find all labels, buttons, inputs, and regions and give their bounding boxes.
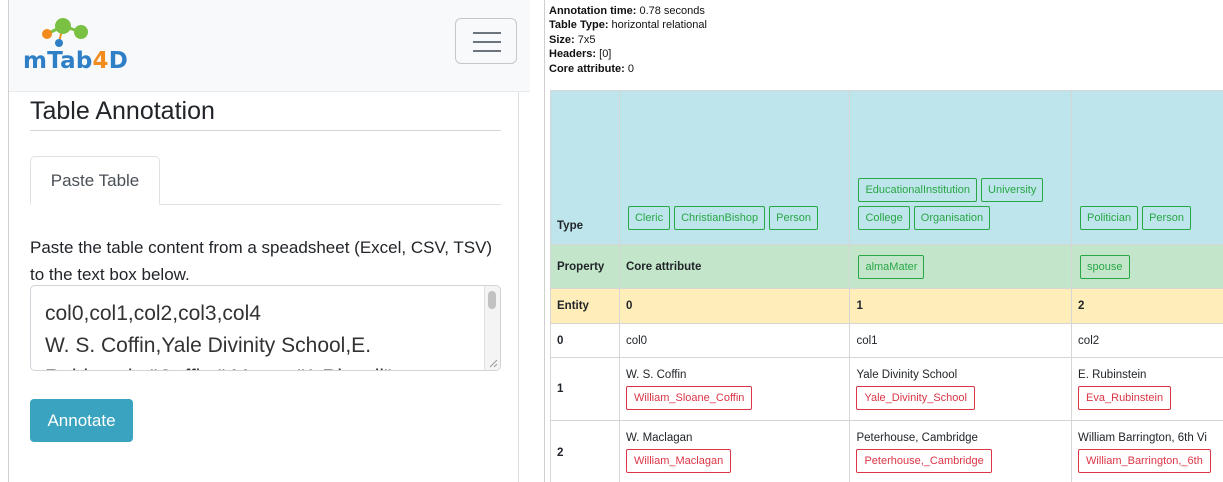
entity-link[interactable]: Peterhouse,_Cambridge	[856, 449, 992, 473]
type-tag[interactable]: College	[858, 206, 910, 230]
property-tag[interactable]: spouse	[1080, 254, 1130, 279]
entity-link[interactable]: Eva_Rubinstein	[1078, 385, 1172, 410]
table-cell: Yale Divinity School Yale_Divinity_Schoo…	[849, 357, 1073, 421]
type-tag[interactable]: Cleric	[627, 206, 671, 230]
table-textarea-container	[30, 285, 501, 371]
table-row: 1 W. S. Coffin William_Sloane_Coffin Yal…	[550, 357, 1223, 421]
table-cell: col1	[849, 323, 1073, 358]
info-core-attribute: Core attribute: 0	[549, 62, 634, 75]
hamburger-line	[473, 41, 501, 43]
property-cell: spouse	[1071, 244, 1223, 289]
type-tag[interactable]: Person	[769, 206, 818, 230]
entity-col-index: 1	[849, 288, 1073, 324]
property-row-label: Property	[550, 244, 620, 289]
info-size: Size: 7x5	[549, 33, 596, 46]
type-tag[interactable]: Person	[1142, 206, 1191, 230]
entity-link[interactable]: William_Sloane_Coffin	[625, 385, 753, 410]
type-tag[interactable]: Politician	[1080, 206, 1139, 230]
card-border	[518, 92, 519, 482]
type-row: Type Cleric ChristianBishop Person Educati…	[550, 90, 1223, 245]
type-tag[interactable]: University	[981, 178, 1044, 202]
molecule-logo-icon	[42, 18, 88, 47]
entity-row: Entity 0 1 2	[550, 288, 1223, 324]
logo-wordmark: mTab4D	[23, 48, 128, 74]
property-tag[interactable]: almaMater	[858, 254, 925, 279]
table-cell: Peterhouse, Cambridge Peterhouse,_Cambri…	[849, 420, 1073, 482]
tab-paste-table[interactable]: Paste Table	[30, 156, 160, 205]
table-cell: W. S. Coffin William_Sloane_Coffin	[618, 357, 851, 421]
table-cell: W. Maclagan William_Maclagan	[618, 420, 851, 482]
scrollbar-thumb[interactable]	[488, 291, 496, 309]
left-panel: mTab4D Table Annotation Paste Table Past…	[0, 0, 530, 482]
entity-row-label: Entity	[550, 288, 620, 324]
cell-text: col0	[625, 334, 648, 347]
annotate-button[interactable]: Annotate	[30, 399, 133, 442]
navbar: mTab4D	[9, 0, 530, 92]
panel-border	[544, 0, 545, 482]
type-cell: EducationalInstitution University College…	[849, 90, 1073, 245]
hamburger-line	[473, 32, 501, 34]
annotation-info: Annotation time: 0.78 seconds Table Type…	[549, 4, 707, 76]
entity-link[interactable]: William_Maclagan	[625, 449, 732, 473]
type-cell: Politician Person	[1071, 90, 1223, 245]
table-cell: col0	[618, 323, 851, 358]
cell-text: W. S. Coffin	[625, 368, 687, 381]
logo-four: 4	[92, 48, 109, 74]
annotation-table: Type Cleric ChristianBishop Person Educati…	[550, 90, 1223, 482]
property-cell: Core attribute	[618, 244, 851, 289]
cell-text: Yale Divinity School	[856, 368, 958, 381]
table-cell: col2	[1071, 323, 1223, 358]
hamburger-line	[473, 50, 501, 52]
resize-handle-icon[interactable]	[488, 358, 498, 368]
cell-text: W. Maclagan	[625, 432, 693, 444]
type-tag[interactable]: EducationalInstitution	[858, 178, 978, 202]
type-tag[interactable]: ChristianBishop	[674, 206, 766, 230]
logo-tab: Tab	[47, 48, 93, 74]
property-row: Property Core attribute almaMater spouse	[550, 244, 1223, 289]
table-content-textarea[interactable]	[31, 286, 500, 370]
entity-col-index: 0	[618, 288, 851, 324]
mtab4d-logo[interactable]: mTab4D	[23, 14, 128, 74]
paste-instructions: Paste the table content from a speadshee…	[30, 238, 493, 284]
type-cell: Cleric ChristianBishop Person	[618, 90, 851, 245]
entity-link[interactable]: William_Barrington,_6th	[1078, 449, 1211, 473]
info-time: Annotation time: 0.78 seconds	[549, 5, 705, 17]
table-row: 2 W. Maclagan William_Maclagan Peterhous…	[550, 420, 1223, 482]
type-row-label: Type	[550, 90, 620, 245]
table-cell: E. Rubinstein Eva_Rubinstein	[1071, 357, 1223, 421]
logo-d: D	[108, 48, 128, 74]
cell-text: Peterhouse, Cambridge	[856, 432, 978, 444]
entity-col-index: 2	[1071, 288, 1223, 324]
right-panel: Annotation time: 0.78 seconds Table Type…	[544, 0, 1223, 482]
page-title: Table Annotation	[30, 97, 215, 125]
cell-text: col2	[1078, 334, 1100, 347]
title-divider	[30, 130, 501, 131]
row-index: 1	[550, 357, 620, 421]
property-cell: almaMater	[849, 244, 1073, 289]
row-index: 2	[550, 420, 620, 482]
cell-text: William Barrington, 6th Vi	[1078, 432, 1207, 444]
logo-m: m	[23, 48, 48, 74]
table-row: 0 col0 col1 col2	[550, 323, 1223, 358]
table-cell: William Barrington, 6th Vi William_Barri…	[1071, 420, 1223, 482]
entity-link[interactable]: Yale_Divinity_School	[856, 385, 975, 410]
menu-toggle-button[interactable]	[455, 18, 517, 64]
row-index: 0	[550, 323, 620, 358]
type-tag[interactable]: Organisation	[913, 206, 991, 230]
cell-text: col1	[856, 334, 878, 347]
info-type: Table Type: horizontal relational	[549, 19, 707, 32]
info-headers: Headers: [0]	[549, 48, 612, 61]
cell-text: E. Rubinstein	[1078, 368, 1147, 381]
